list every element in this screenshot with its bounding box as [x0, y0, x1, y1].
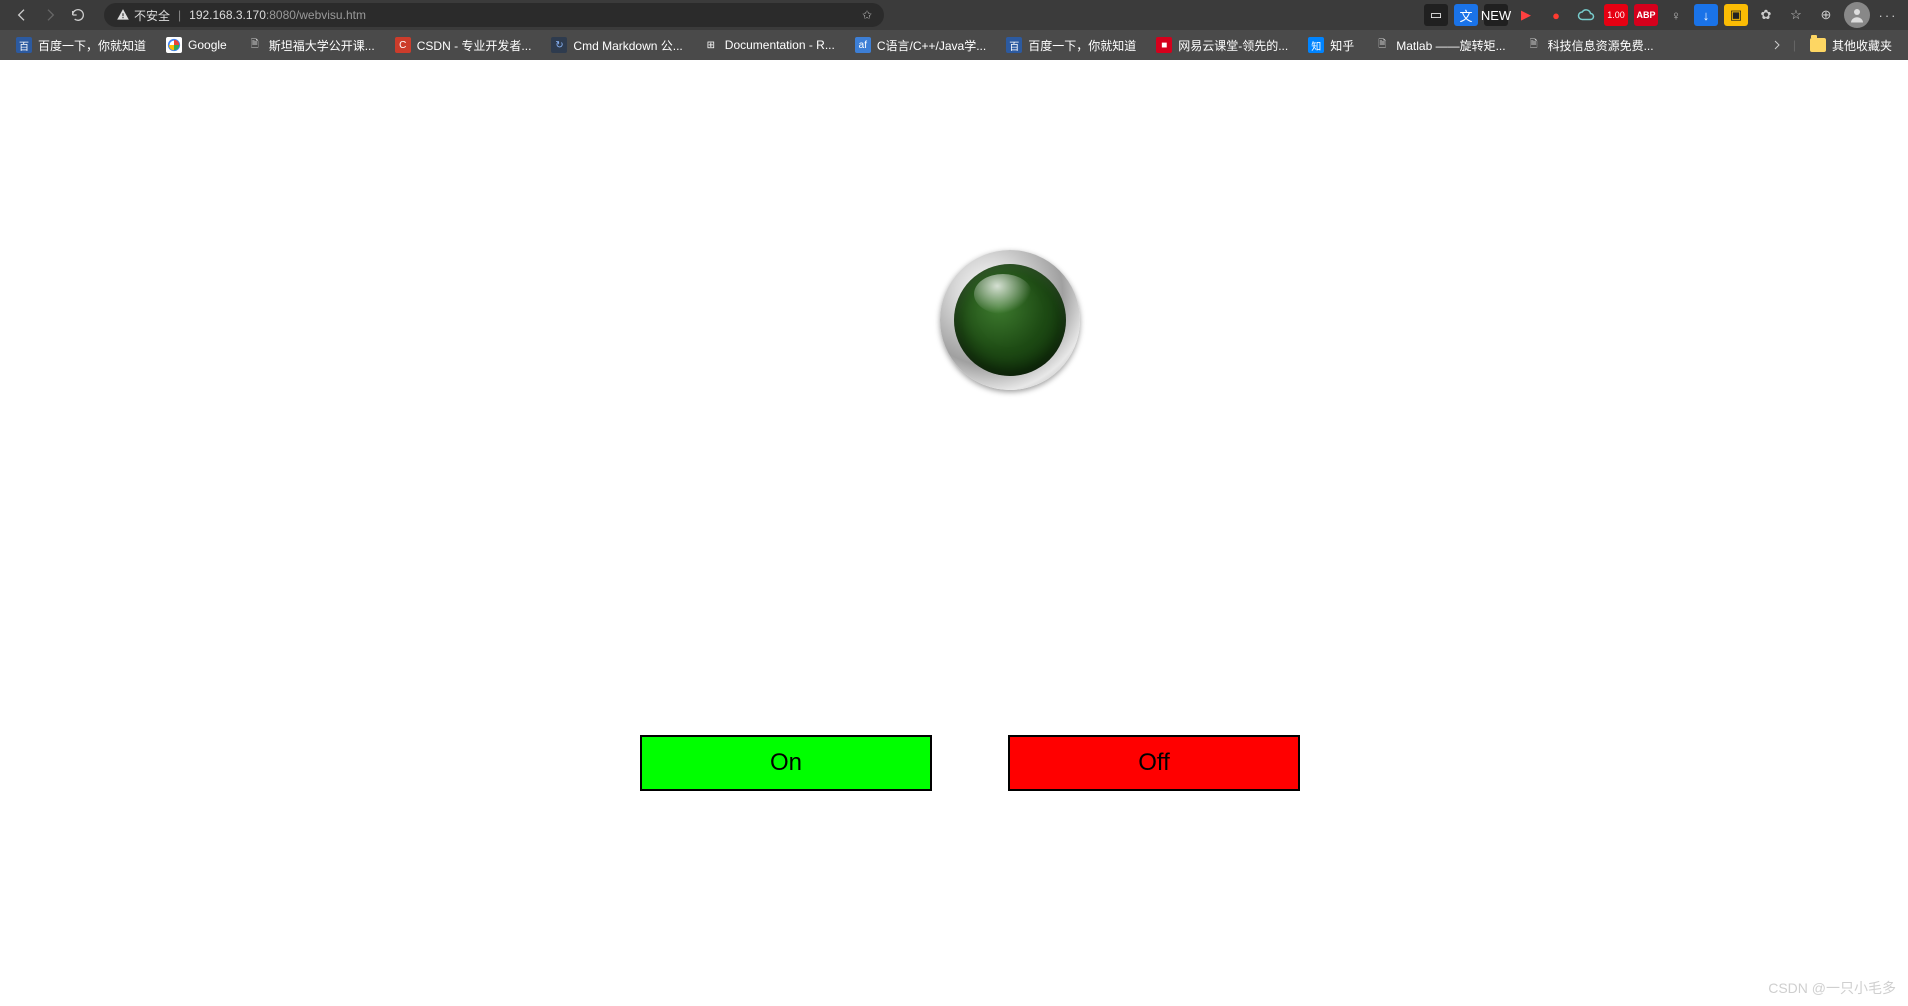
bulb-icon[interactable]: ♀ [1664, 4, 1688, 26]
profile-avatar[interactable] [1844, 2, 1870, 28]
rec-icon[interactable]: ● [1544, 4, 1568, 26]
on-button-label: On [770, 749, 802, 777]
cloud-svg [1577, 8, 1595, 22]
favicon-csdn: C [395, 37, 411, 53]
forward-icon [42, 7, 58, 23]
favorites-icon[interactable]: ☆ [1784, 4, 1808, 26]
bookmark-item[interactable]: ⊞ Documentation - R... [695, 33, 843, 57]
favicon-google [166, 37, 182, 53]
bookmark-label: 百度一下，你就知道 [38, 37, 146, 54]
other-bookmarks-folder[interactable]: 其他收藏夹 [1802, 33, 1900, 57]
bookmark-label: CSDN - 专业开发者... [417, 37, 532, 54]
bookmarks-overflow-button[interactable] [1767, 39, 1787, 51]
back-icon [14, 7, 30, 23]
person-icon [1848, 6, 1866, 24]
download-icon[interactable]: ↓ [1694, 4, 1718, 26]
reader-icon[interactable]: ▭ [1424, 4, 1448, 26]
bookmark-item[interactable]: ■ 网易云课堂-领先的... [1148, 33, 1296, 57]
favicon-page: 🗎 [247, 37, 263, 53]
on-button[interactable]: On [640, 735, 932, 791]
address-bar[interactable]: 不安全 | 192.168.3.170:8080/webvisu.htm ✩ [104, 3, 884, 27]
url-host: 192.168.3.170 [189, 8, 266, 22]
back-button[interactable] [8, 1, 36, 29]
cloud-icon[interactable] [1574, 4, 1598, 26]
folder-icon [1810, 38, 1826, 52]
pic-icon[interactable]: ▣ [1724, 4, 1748, 26]
badge-100-icon[interactable]: 1.00 [1604, 4, 1628, 26]
extensions-icon[interactable]: ✿ [1754, 4, 1778, 26]
favicon-doc: ⊞ [703, 37, 719, 53]
chevron-right-icon [1771, 39, 1783, 51]
browser-toolbar: 不安全 | 192.168.3.170:8080/webvisu.htm ✩ ▭… [0, 0, 1908, 30]
reload-icon [70, 7, 86, 23]
bookmark-label: Matlab ——旋转矩... [1396, 37, 1505, 54]
bookmark-item[interactable]: 🗎 科技信息资源免费... [1518, 33, 1662, 57]
lamp-glass [954, 264, 1066, 376]
url-text: 192.168.3.170:8080/webvisu.htm [189, 8, 366, 22]
url-path: :8080/webvisu.htm [266, 8, 366, 22]
collections-icon[interactable]: ⊕ [1814, 4, 1838, 26]
more-button[interactable]: ··· [1876, 4, 1900, 26]
translate-icon[interactable]: 文 [1454, 4, 1478, 26]
forward-button[interactable] [36, 1, 64, 29]
bookmark-label: Cmd Markdown 公... [573, 37, 682, 54]
favicon-page: 🗎 [1526, 37, 1542, 53]
favicon-af: af [855, 37, 871, 53]
play-icon[interactable]: ▶ [1514, 4, 1538, 26]
reload-button[interactable] [64, 1, 92, 29]
bookmark-item[interactable]: 百百度一下，你就知道 [998, 33, 1144, 57]
bookmark-label: Documentation - R... [725, 38, 835, 52]
security-indicator: 不安全 [116, 7, 170, 24]
bookmarks-bar: 百百度一下，你就知道 Google 🗎斯坦福大学公开课... CCSDN - 专… [0, 30, 1908, 60]
favicon-wangyi: ■ [1156, 37, 1172, 53]
warning-icon [116, 8, 130, 22]
favicon-matlab: 🗎 [1374, 37, 1390, 53]
bookmark-label: 网易云课堂-领先的... [1178, 37, 1288, 54]
star-icon[interactable]: ✩ [862, 8, 872, 22]
favicon-cmd: ↻ [551, 37, 567, 53]
bookmark-item[interactable]: 知知乎 [1300, 33, 1362, 57]
bookmark-label: Google [188, 38, 227, 52]
favicon-zhihu: 知 [1308, 37, 1324, 53]
bookmark-item[interactable]: 百百度一下，你就知道 [8, 33, 154, 57]
bookmark-label: 百度一下，你就知道 [1028, 37, 1136, 54]
bookmark-item[interactable]: af C语言/C++/Java学... [847, 33, 994, 57]
bookmark-item[interactable]: Google [158, 33, 235, 57]
favicon-baidu: 百 [1006, 37, 1022, 53]
bookmark-item[interactable]: 🗎 Matlab ——旋转矩... [1366, 33, 1513, 57]
off-button[interactable]: Off [1008, 735, 1300, 791]
toolbar-extensions: ▭ 文 NEW ▶ ● 1.00 ABP ♀ ↓ ▣ ✿ ☆ ⊕ ··· [1424, 2, 1900, 28]
bookmark-label: C语言/C++/Java学... [877, 37, 986, 54]
favicon-baidu: 百 [16, 37, 32, 53]
bookmark-label: 知乎 [1330, 37, 1354, 54]
bookmark-item[interactable]: 🗎 斯坦福大学公开课... [239, 33, 383, 57]
bookmark-label: 斯坦福大学公开课... [269, 37, 375, 54]
security-label: 不安全 [134, 7, 170, 24]
new-badge-icon[interactable]: NEW [1484, 4, 1508, 26]
webvisu-content: On Off CSDN @一只小毛多 [0, 60, 1908, 1006]
separator: | [178, 8, 181, 22]
watermark-text: CSDN @一只小毛多 [1768, 978, 1896, 998]
off-button-label: Off [1138, 749, 1170, 777]
bookmark-label: 科技信息资源免费... [1548, 37, 1654, 54]
other-bookmarks-label: 其他收藏夹 [1832, 37, 1892, 54]
bookmark-item[interactable]: ↻ Cmd Markdown 公... [543, 33, 690, 57]
indicator-lamp [940, 250, 1080, 390]
abp-icon[interactable]: ABP [1634, 4, 1658, 26]
bookmark-item[interactable]: C CSDN - 专业开发者... [387, 33, 540, 57]
